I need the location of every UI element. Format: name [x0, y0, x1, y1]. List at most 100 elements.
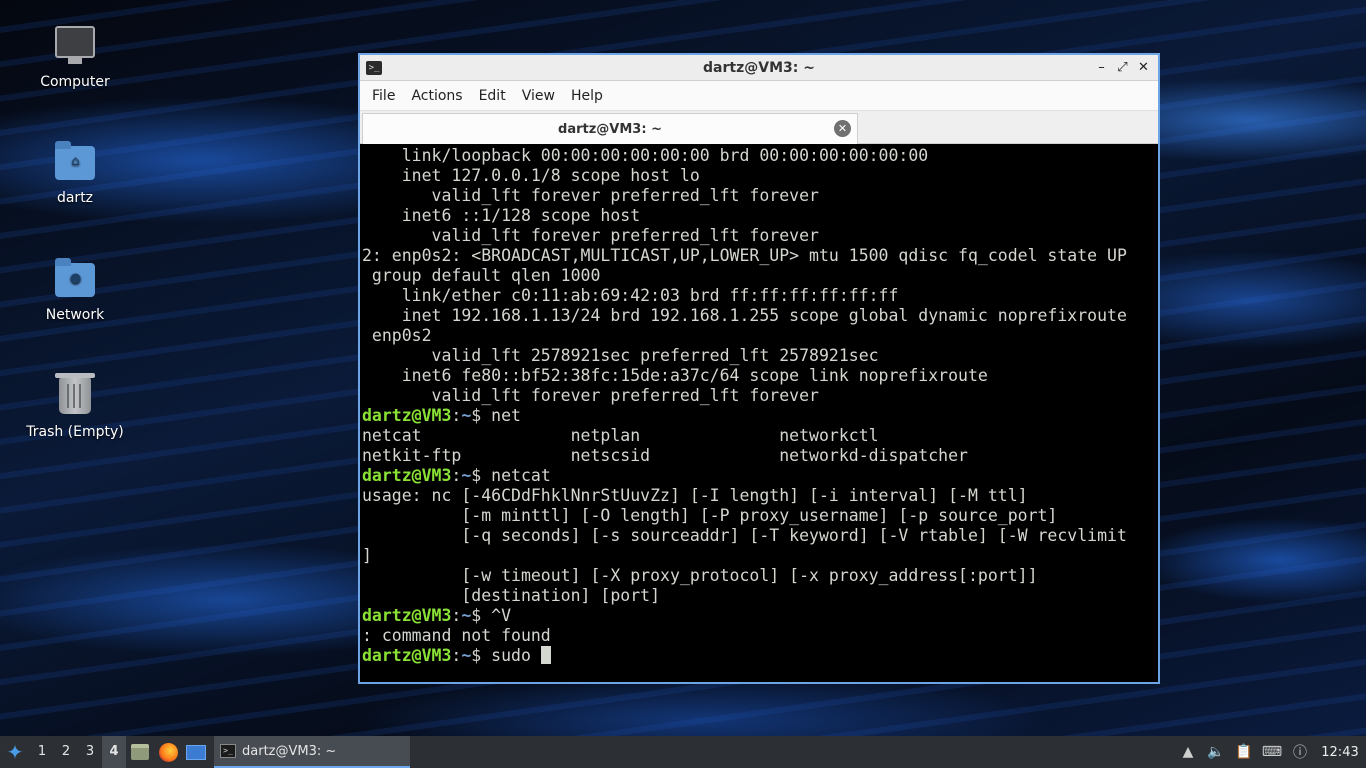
prompt-command: net	[491, 406, 521, 425]
terminal-app-icon: >_	[366, 60, 382, 75]
terminal-prompt-line: dartz@VM3:~$ net	[362, 406, 1156, 426]
tab-terminal[interactable]: dartz@VM3: ~ ✕	[362, 113, 858, 144]
firefox-launcher[interactable]	[154, 736, 182, 768]
desktop-icon-label: dartz	[56, 190, 94, 206]
terminal-line: netcat netplan networkctl	[362, 426, 879, 445]
terminal-icon: >_	[220, 744, 236, 758]
terminal-text[interactable]: link/loopback 00:00:00:00:00:00 brd 00:0…	[362, 146, 1156, 666]
volume-icon[interactable]: 🔈	[1202, 744, 1230, 760]
tab-label: dartz@VM3: ~	[558, 121, 662, 137]
tab-close-icon[interactable]: ✕	[834, 120, 851, 137]
task-label: dartz@VM3: ~	[242, 743, 337, 759]
workspace-4[interactable]: 4	[102, 736, 126, 768]
taskbar-task-terminal[interactable]: >_ dartz@VM3: ~	[214, 736, 410, 768]
terminal-line: : command not found	[362, 626, 551, 645]
taskbar: ✦ 1 2 3 4 >_ dartz@VM3: ~ ▲ 🔈 📋 ⌨ ⓘ 12:4…	[0, 736, 1366, 768]
terminal-line: [-m minttl] [-O length] [-P proxy_userna…	[362, 506, 1058, 525]
keyboard-icon[interactable]: ⌨	[1258, 744, 1286, 760]
file-manager-launcher[interactable]	[126, 736, 154, 768]
prompt-separator: :	[451, 646, 462, 665]
window-titlebar[interactable]: >_ dartz@VM3: ~ – ⤢ ✕	[360, 55, 1158, 81]
terminal-line: valid_lft forever preferred_lft forever	[362, 386, 819, 405]
terminal-line: enp0s2	[362, 326, 432, 345]
prompt-command: ^V	[491, 606, 512, 625]
terminal-line: [destination] [port]	[362, 586, 661, 605]
menu-actions[interactable]: Actions	[403, 88, 470, 104]
desktop-icon-trash[interactable]: Trash (Empty)	[15, 373, 135, 440]
terminal-line: valid_lft 2578921sec preferred_lft 25789…	[362, 346, 879, 365]
workspace-3[interactable]: 3	[78, 736, 102, 768]
terminal-line: valid_lft forever preferred_lft forever	[362, 186, 819, 205]
terminal-output[interactable]: link/loopback 00:00:00:00:00:00 brd 00:0…	[360, 146, 1158, 682]
terminal-line: valid_lft forever preferred_lft forever	[362, 226, 819, 245]
terminal-line: netkit-ftp netscsid networkd-dispatcher	[362, 446, 968, 465]
prompt-path: ~	[461, 646, 472, 665]
file-manager-icon	[131, 744, 149, 760]
terminal-prompt-line: dartz@VM3:~$ ^V	[362, 606, 1156, 626]
terminal-window[interactable]: >_ dartz@VM3: ~ – ⤢ ✕ File Actions Edit …	[358, 53, 1160, 684]
terminal-line: 2: enp0s2: <BROADCAST,MULTICAST,UP,LOWER…	[362, 246, 1127, 265]
terminal-prompt-line: dartz@VM3:~$ sudo	[362, 646, 1156, 666]
desktop-icon	[186, 744, 206, 760]
updates-icon[interactable]: ▲	[1174, 744, 1202, 760]
tab-strip: dartz@VM3: ~ ✕	[360, 111, 1158, 144]
prompt-symbol: $	[471, 406, 492, 425]
desktop-icon-home[interactable]: ⌂ dartz	[15, 140, 135, 206]
notification-icon[interactable]: ⓘ	[1286, 742, 1314, 762]
prompt-symbol: $	[471, 606, 492, 625]
menu-help[interactable]: Help	[563, 88, 611, 104]
terminal-line: inet6 fe80::bf52:38fc:15de:a37c/64 scope…	[362, 366, 988, 385]
prompt-user-host: dartz@VM3	[362, 466, 452, 485]
system-tray: ▲ 🔈 📋 ⌨ ⓘ 12:43	[1174, 736, 1366, 768]
terminal-line: group default qlen 1000	[362, 266, 601, 285]
terminal-line: usage: nc [-46CDdFhklNnrStUuvZz] [-I len…	[362, 486, 1028, 505]
clipboard-icon[interactable]: 📋	[1230, 744, 1258, 760]
terminal-line: link/loopback 00:00:00:00:00:00 brd 00:0…	[362, 146, 929, 165]
terminal-line: link/ether c0:11:ab:69:42:03 brd ff:ff:f…	[362, 286, 899, 305]
menu-file[interactable]: File	[364, 88, 403, 104]
prompt-user-host: dartz@VM3	[362, 406, 452, 425]
menu-view[interactable]: View	[514, 88, 563, 104]
prompt-symbol: $	[471, 466, 492, 485]
firefox-icon	[158, 742, 178, 762]
terminal-line: inet6 ::1/128 scope host	[362, 206, 641, 225]
terminal-line: inet 192.168.1.13/24 brd 192.168.1.255 s…	[362, 306, 1127, 325]
prompt-command: netcat	[491, 466, 551, 485]
menubar: File Actions Edit View Help	[360, 81, 1158, 111]
prompt-symbol: $	[471, 646, 492, 665]
terminal-line: inet 127.0.0.1/8 scope host lo	[362, 166, 700, 185]
trash-icon	[53, 373, 97, 418]
menu-edit[interactable]: Edit	[471, 88, 514, 104]
network-folder-icon: ●	[53, 257, 97, 301]
prompt-user-host: dartz@VM3	[362, 606, 452, 625]
maximize-button[interactable]: ⤢	[1112, 58, 1133, 78]
window-title: dartz@VM3: ~	[703, 59, 815, 76]
terminal-cursor	[540, 646, 551, 664]
start-menu-button[interactable]: ✦	[0, 737, 30, 767]
prompt-path: ~	[461, 606, 472, 625]
prompt-path: ~	[461, 466, 472, 485]
prompt-separator: :	[451, 466, 462, 485]
prompt-user-host: dartz@VM3	[362, 646, 452, 665]
close-button[interactable]: ✕	[1133, 58, 1154, 78]
desktop-icon-label: Trash (Empty)	[26, 424, 124, 440]
computer-icon	[53, 24, 97, 68]
desktop-icon-label: Computer	[40, 74, 110, 90]
terminal-line: ]	[362, 546, 372, 565]
home-folder-icon: ⌂	[53, 140, 97, 184]
prompt-path: ~	[461, 406, 472, 425]
prompt-separator: :	[451, 406, 462, 425]
workspace-2[interactable]: 2	[54, 736, 78, 768]
desktop-icon-network[interactable]: ● Network	[15, 257, 135, 323]
terminal-line: [-w timeout] [-X proxy_protocol] [-x pro…	[362, 566, 1038, 585]
desktop-icon-label: Network	[45, 307, 105, 323]
prompt-separator: :	[451, 606, 462, 625]
workspace-1[interactable]: 1	[30, 736, 54, 768]
show-desktop-button[interactable]	[182, 736, 210, 768]
clock[interactable]: 12:43	[1314, 745, 1366, 760]
desktop-icon-computer[interactable]: Computer	[15, 24, 135, 90]
minimize-button[interactable]: –	[1091, 58, 1112, 78]
terminal-line: [-q seconds] [-s sourceaddr] [-T keyword…	[362, 526, 1127, 545]
prompt-command: sudo	[491, 646, 541, 665]
terminal-prompt-line: dartz@VM3:~$ netcat	[362, 466, 1156, 486]
